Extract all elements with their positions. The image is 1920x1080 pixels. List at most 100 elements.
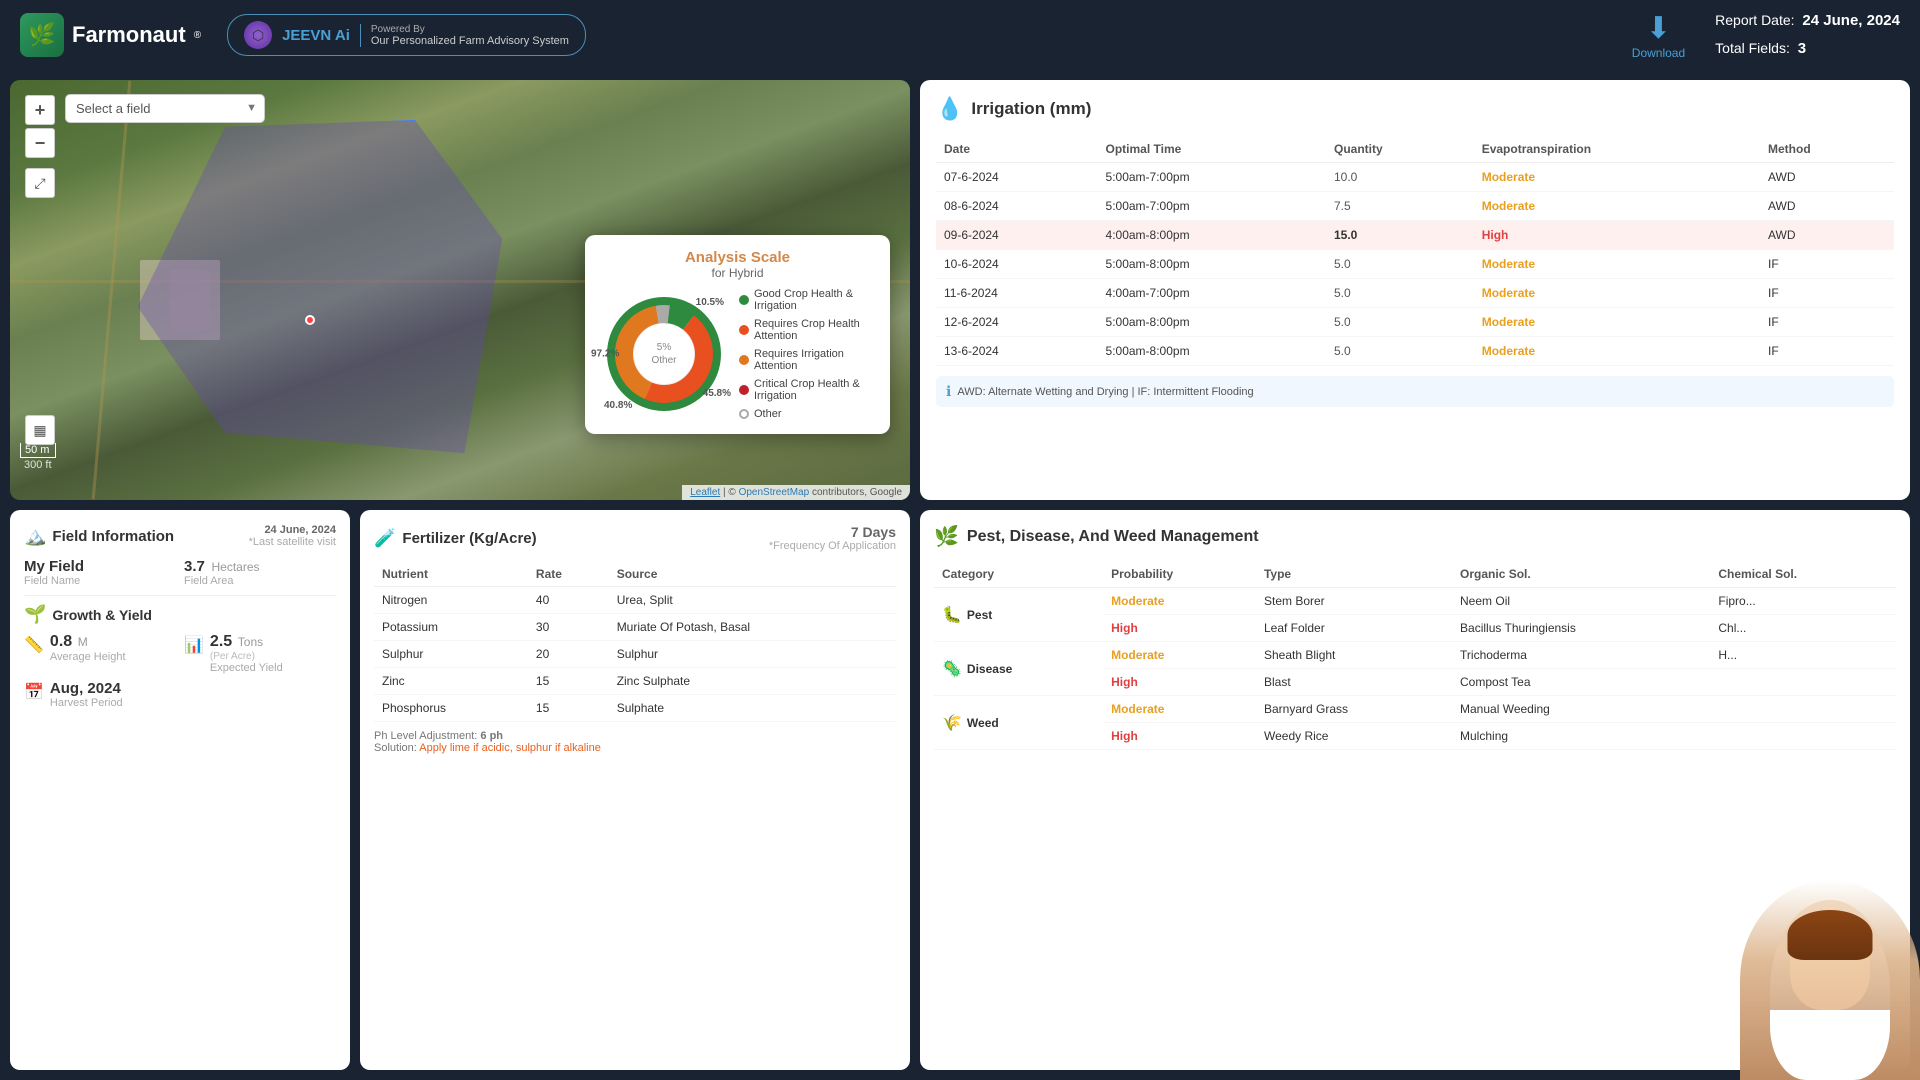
expected-yield-unit: Tons bbox=[238, 635, 263, 649]
pest-organic: Compost Tea bbox=[1452, 669, 1710, 696]
fert-nutrient: Sulphur bbox=[374, 641, 528, 668]
ph-note: Ph Level Adjustment: 6 ph Solution: Appl… bbox=[374, 730, 896, 754]
irrigation-note: ℹ AWD: Alternate Wetting and Drying | IF… bbox=[936, 376, 1894, 407]
irr-col-method: Method bbox=[1760, 136, 1894, 163]
field-select[interactable]: Select a field bbox=[65, 94, 265, 123]
irr-time: 5:00am-8:00pm bbox=[1098, 308, 1326, 337]
pest-category: 🐛 Pest bbox=[934, 588, 1103, 642]
main-content: Analysis Scale for Hybrid bbox=[0, 70, 1920, 1080]
irr-date: 11-6-2024 bbox=[936, 279, 1098, 308]
fert-rate: 40 bbox=[528, 587, 609, 614]
irr-col-date: Date bbox=[936, 136, 1098, 163]
pest-col-category: Category bbox=[934, 561, 1103, 588]
irr-method: AWD bbox=[1760, 221, 1894, 250]
irr-evap: High bbox=[1474, 221, 1760, 250]
table-row: 🦠 Disease Moderate Sheath Blight Trichod… bbox=[934, 642, 1896, 669]
pest-col-type: Type bbox=[1256, 561, 1452, 588]
irr-method: AWD bbox=[1760, 192, 1894, 221]
pest-organic: Trichoderma bbox=[1452, 642, 1710, 669]
legend-item-5: Other bbox=[739, 408, 876, 420]
table-row: Zinc 15 Zinc Sulphate bbox=[374, 668, 896, 695]
fert-freq: 7 Days *Frequency Of Application bbox=[769, 524, 896, 552]
pest-table: Category Probability Type Organic Sol. C… bbox=[934, 561, 1896, 750]
bottom-left: 🏔️ Field Information 24 June, 2024 *Last… bbox=[10, 510, 910, 1070]
irr-evap: Moderate bbox=[1474, 163, 1760, 192]
irr-qty: 5.0 bbox=[1326, 279, 1474, 308]
pest-icon: 🌿 bbox=[934, 524, 959, 549]
fert-source: Muriate Of Potash, Basal bbox=[609, 614, 896, 641]
pest-type: Blast bbox=[1256, 669, 1452, 696]
analysis-popup: Analysis Scale for Hybrid bbox=[585, 235, 890, 434]
map-attribution: Leaflet | © OpenStreetMap contributors, … bbox=[682, 485, 910, 500]
map-terrain: Analysis Scale for Hybrid bbox=[10, 80, 910, 500]
irrigation-icon: 💧 bbox=[936, 96, 963, 122]
irr-evap: Moderate bbox=[1474, 250, 1760, 279]
field-name-value: My Field bbox=[24, 558, 176, 575]
growth-title: Growth & Yield bbox=[52, 607, 152, 623]
pest-category: 🌾 Weed bbox=[934, 696, 1103, 750]
map-zoom-in[interactable]: + bbox=[25, 95, 55, 125]
pest-probability: High bbox=[1103, 723, 1256, 750]
map-zoom-out[interactable]: − bbox=[25, 128, 55, 158]
analysis-title: Analysis Scale bbox=[599, 249, 876, 266]
jeevn-badge: ⬡ JEEVN Ai Powered By Our Personalized F… bbox=[227, 14, 586, 56]
fert-rate: 15 bbox=[528, 668, 609, 695]
pest-probability: High bbox=[1103, 669, 1256, 696]
avg-height-label: Average Height bbox=[50, 651, 126, 663]
header: 🌿 Farmonaut ® ⬡ JEEVN Ai Powered By Our … bbox=[0, 0, 1920, 70]
irrigation-header: 💧 Irrigation (mm) bbox=[936, 96, 1894, 122]
pest-title: Pest, Disease, And Weed Management bbox=[967, 528, 1259, 546]
avg-height-cell: 📏 0.8 M Average Height bbox=[24, 633, 176, 674]
map-layers-btn[interactable]: ▦ bbox=[25, 415, 55, 445]
irr-date: 12-6-2024 bbox=[936, 308, 1098, 337]
growth-icon: 🌱 bbox=[24, 604, 46, 625]
fert-rate: 20 bbox=[528, 641, 609, 668]
donut-center: 5%Other bbox=[651, 341, 676, 367]
pest-chemical bbox=[1710, 696, 1896, 723]
download-area[interactable]: ⬇ Download bbox=[1632, 11, 1685, 60]
fertilizer-panel: 🧪 Fertilizer (Kg/Acre) 7 Days *Frequency… bbox=[360, 510, 910, 1070]
pest-category: 🦠 Disease bbox=[934, 642, 1103, 696]
total-fields: 3 bbox=[1798, 40, 1806, 57]
report-date-label: Report Date: bbox=[1715, 12, 1794, 28]
pest-type: Sheath Blight bbox=[1256, 642, 1452, 669]
irr-method: AWD bbox=[1760, 163, 1894, 192]
harvest-label: Harvest Period bbox=[50, 697, 123, 709]
irr-time: 5:00am-8:00pm bbox=[1098, 250, 1326, 279]
map-scale: 50 m 300 ft bbox=[20, 443, 56, 472]
fert-nutrient: Potassium bbox=[374, 614, 528, 641]
irr-time: 4:00am-8:00pm bbox=[1098, 221, 1326, 250]
legend-item-4: Critical Crop Health & Irrigation bbox=[739, 378, 876, 402]
map-expand-btn[interactable]: ⤢ bbox=[25, 168, 55, 198]
table-row: Potassium 30 Muriate Of Potash, Basal bbox=[374, 614, 896, 641]
irr-method: IF bbox=[1760, 279, 1894, 308]
pest-organic: Manual Weeding bbox=[1452, 696, 1710, 723]
report-date: 24 June, 2024 bbox=[1802, 12, 1900, 29]
irr-date: 09-6-2024 bbox=[936, 221, 1098, 250]
fert-rate: 30 bbox=[528, 614, 609, 641]
pest-probability: Moderate bbox=[1103, 642, 1256, 669]
pest-organic: Bacillus Thuringiensis bbox=[1452, 615, 1710, 642]
analysis-legend: Good Crop Health & Irrigation Requires C… bbox=[739, 288, 876, 420]
pest-chemical bbox=[1710, 723, 1896, 750]
irr-time: 5:00am-8:00pm bbox=[1098, 337, 1326, 366]
report-info: Report Date: 24 June, 2024 Total Fields:… bbox=[1715, 7, 1900, 64]
irr-time: 5:00am-7:00pm bbox=[1098, 163, 1326, 192]
jeevn-icon: ⬡ bbox=[244, 21, 272, 49]
logo-text: Farmonaut bbox=[72, 22, 186, 48]
irr-evap: Moderate bbox=[1474, 192, 1760, 221]
pest-organic: Mulching bbox=[1452, 723, 1710, 750]
logo-icon: 🌿 bbox=[20, 13, 64, 57]
legend-item-1: Good Crop Health & Irrigation bbox=[739, 288, 876, 312]
fert-source: Zinc Sulphate bbox=[609, 668, 896, 695]
irr-method: IF bbox=[1760, 337, 1894, 366]
analysis-subtitle: for Hybrid bbox=[599, 266, 876, 280]
irr-time: 4:00am-7:00pm bbox=[1098, 279, 1326, 308]
irrigation-panel: 💧 Irrigation (mm) Date Optimal Time Quan… bbox=[920, 80, 1910, 500]
irr-method: IF bbox=[1760, 250, 1894, 279]
irr-qty: 5.0 bbox=[1326, 250, 1474, 279]
field-select-container[interactable]: Select a field ▼ bbox=[65, 94, 265, 123]
field-name-cell: My Field Field Name bbox=[24, 558, 176, 587]
pest-col-probability: Probability bbox=[1103, 561, 1256, 588]
irr-method: IF bbox=[1760, 308, 1894, 337]
